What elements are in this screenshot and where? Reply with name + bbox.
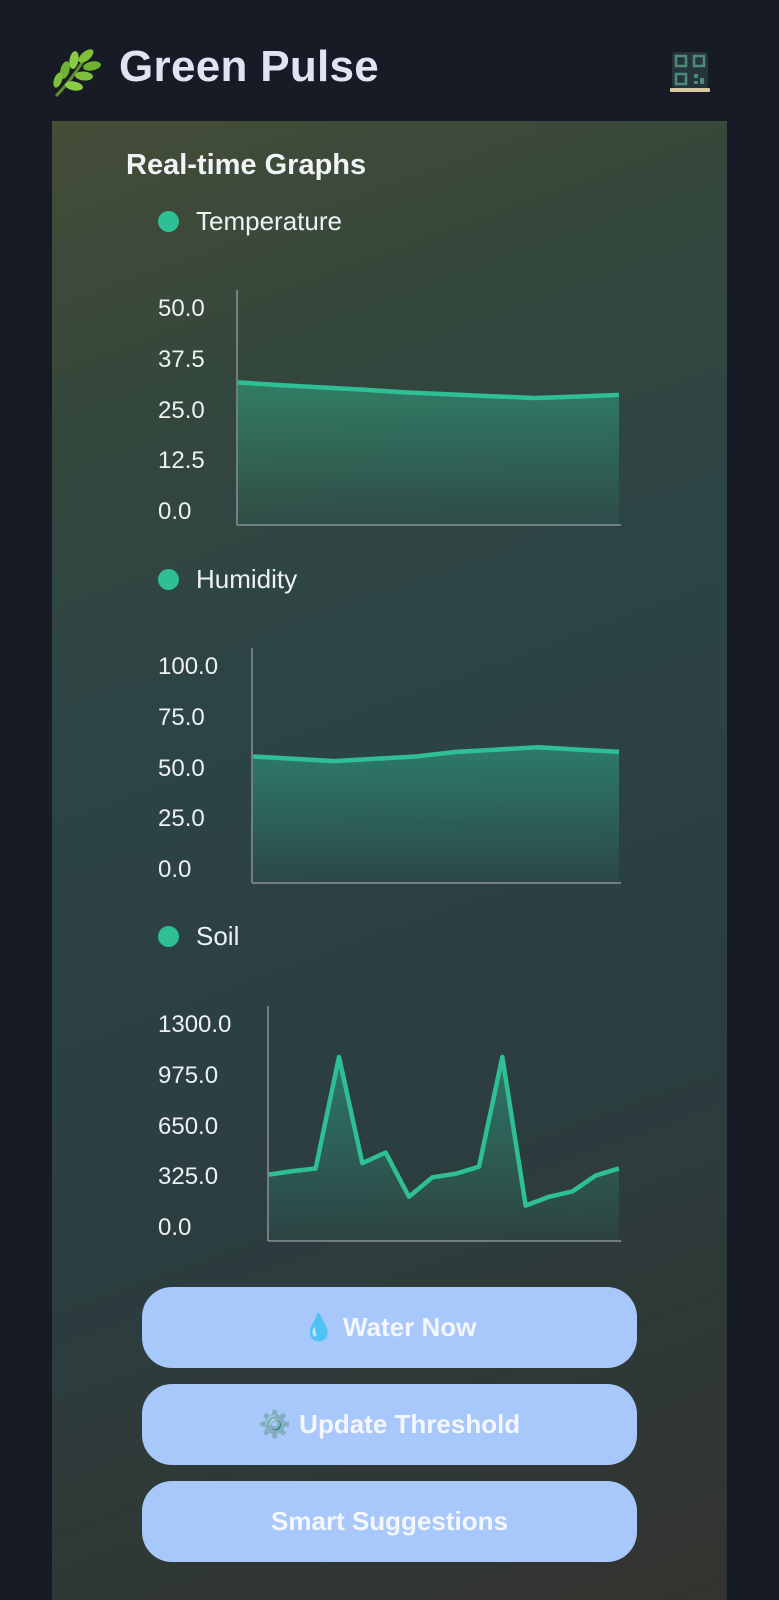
section-title: Real-time Graphs xyxy=(126,149,367,181)
water-now-label: Water Now xyxy=(342,1312,477,1342)
temperature-chart xyxy=(236,290,621,526)
qr-scan-icon[interactable] xyxy=(668,50,712,94)
legend-label: Humidity xyxy=(196,563,298,594)
legend-label: Temperature xyxy=(196,205,342,236)
legend-dot xyxy=(158,210,179,232)
legend-soil: Soil xyxy=(158,920,239,952)
series-area xyxy=(253,747,619,883)
y-tick-label: 12.5 xyxy=(158,447,205,474)
water-now-button[interactable]: 💧 Water Now xyxy=(142,1287,637,1368)
legend-label: Soil xyxy=(196,920,240,951)
water-drop-icon: 💧 xyxy=(302,1312,335,1342)
y-tick-label: 975.0 xyxy=(158,1062,219,1089)
gear-icon: ⚙️ xyxy=(258,1409,292,1439)
y-tick-label: 50.0 xyxy=(158,295,205,322)
humidity-chart xyxy=(251,648,621,884)
y-tick-label: 100.0 xyxy=(158,653,219,680)
series-area xyxy=(238,382,619,525)
herb-leaf-icon xyxy=(53,49,101,98)
y-tick-label: 325.0 xyxy=(158,1163,219,1190)
y-tick-label: 0.0 xyxy=(158,1214,192,1241)
legend-dot xyxy=(158,568,179,590)
soil-chart xyxy=(267,1006,621,1242)
y-tick-label: 1300.0 xyxy=(158,1011,232,1038)
update-threshold-button[interactable]: ⚙️ Update Threshold xyxy=(142,1384,637,1465)
update-threshold-label: Update Threshold xyxy=(299,1409,521,1439)
app-title: Green Pulse xyxy=(119,42,380,91)
smart-suggestions-button[interactable]: Smart Suggestions xyxy=(142,1481,637,1562)
y-tick-label: 25.0 xyxy=(158,805,205,832)
y-tick-label: 650.0 xyxy=(158,1113,219,1140)
y-tick-label: 75.0 xyxy=(158,704,205,731)
smart-suggestions-label: Smart Suggestions xyxy=(271,1506,508,1536)
legend-temperature: Temperature xyxy=(158,205,342,237)
y-tick-label: 0.0 xyxy=(158,498,192,525)
y-tick-label: 50.0 xyxy=(158,755,205,782)
y-tick-label: 37.5 xyxy=(158,346,205,373)
y-tick-label: 0.0 xyxy=(158,856,192,883)
app-bar: Green Pulse xyxy=(0,0,779,121)
y-tick-label: 25.0 xyxy=(158,397,205,424)
legend-dot xyxy=(158,925,179,947)
legend-humidity: Humidity xyxy=(158,563,297,595)
